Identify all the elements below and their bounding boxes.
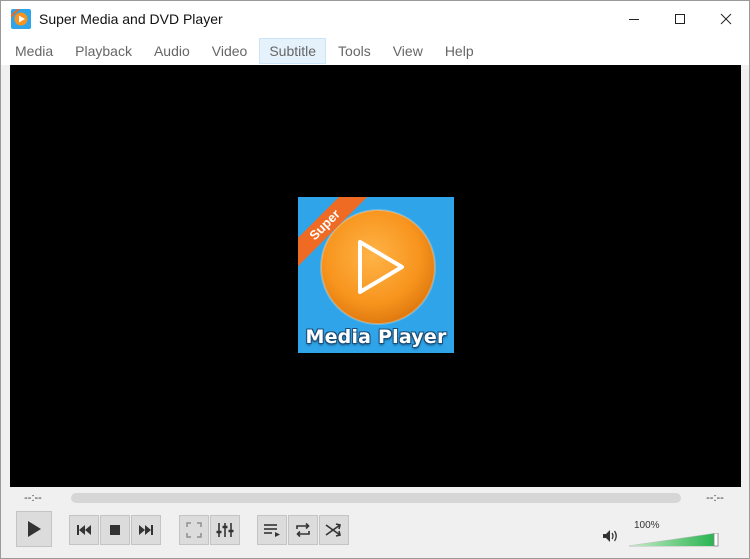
- seek-row: --:-- --:--: [1, 488, 749, 508]
- video-area[interactable]: Super Media Player: [10, 65, 741, 487]
- shuffle-icon: [325, 523, 341, 537]
- equalizer-button[interactable]: [210, 515, 240, 545]
- playlist-icon: [264, 524, 280, 537]
- close-button[interactable]: [703, 1, 749, 37]
- next-icon: [139, 525, 153, 535]
- shuffle-button[interactable]: [319, 515, 349, 545]
- play-button[interactable]: [16, 511, 52, 547]
- menu-help[interactable]: Help: [435, 38, 484, 64]
- stop-icon: [110, 525, 120, 535]
- menu-playback[interactable]: Playback: [65, 38, 142, 64]
- playback-controls: 100%: [1, 511, 749, 551]
- title-bar[interactable]: Super Media and DVD Player: [1, 1, 749, 37]
- menu-bar: Media Playback Audio Video Subtitle Tool…: [1, 37, 749, 65]
- menu-audio[interactable]: Audio: [144, 38, 200, 64]
- loop-icon: [296, 522, 310, 538]
- maximize-icon: [675, 14, 685, 24]
- minimize-icon: [629, 19, 639, 20]
- stop-button[interactable]: [100, 515, 130, 545]
- menu-media[interactable]: Media: [5, 38, 63, 64]
- seek-bar[interactable]: [71, 493, 681, 503]
- speaker-icon[interactable]: [602, 529, 620, 543]
- logo-text: Media Player: [305, 326, 447, 348]
- previous-button[interactable]: [69, 515, 99, 545]
- volume-slider[interactable]: [628, 532, 719, 547]
- media-player-logo: Super Media Player: [298, 197, 454, 353]
- remaining-time: --:--: [706, 492, 724, 504]
- elapsed-time: --:--: [24, 492, 42, 504]
- minimize-button[interactable]: [611, 1, 657, 37]
- next-button[interactable]: [131, 515, 161, 545]
- play-icon: [28, 521, 41, 537]
- loop-button[interactable]: [288, 515, 318, 545]
- maximize-button[interactable]: [657, 1, 703, 37]
- volume-percent: 100%: [634, 520, 660, 531]
- menu-subtitle[interactable]: Subtitle: [259, 38, 327, 64]
- menu-video[interactable]: Video: [202, 38, 258, 64]
- menu-tools[interactable]: Tools: [328, 38, 381, 64]
- fullscreen-button[interactable]: [179, 515, 209, 545]
- menu-view[interactable]: View: [383, 38, 433, 64]
- close-icon: [720, 13, 732, 25]
- equalizer-icon: [216, 523, 234, 537]
- fullscreen-icon: [186, 522, 202, 538]
- app-icon: [11, 9, 31, 29]
- playlist-button[interactable]: [257, 515, 287, 545]
- previous-icon: [77, 525, 91, 535]
- window-title: Super Media and DVD Player: [39, 11, 223, 27]
- app-window: Super Media and DVD Player Media Playbac…: [0, 0, 750, 559]
